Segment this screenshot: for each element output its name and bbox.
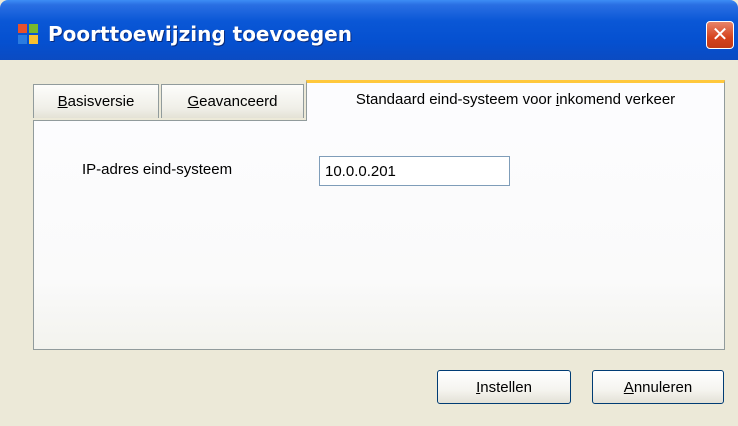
ip-address-input[interactable] bbox=[319, 156, 510, 186]
button-label: nnuleren bbox=[633, 378, 693, 396]
tab-label: asisversie bbox=[67, 93, 135, 110]
tab-label: Standaard eind-systeem voor bbox=[355, 91, 556, 108]
tab-panel bbox=[33, 120, 725, 350]
title-bar[interactable]: Poorttoewijzing toevoegen ✕ bbox=[0, 0, 738, 60]
tab-standaard-eind-systeem[interactable]: Standaard eind-systeem voor inkomend ver… bbox=[306, 80, 725, 121]
tab-label: eavanceerd bbox=[199, 93, 278, 110]
button-hotkey: A bbox=[623, 378, 634, 396]
close-button[interactable]: ✕ bbox=[706, 21, 734, 49]
instellen-button[interactable]: Instellen bbox=[437, 370, 571, 404]
tab-label: nkomend verkeer bbox=[559, 91, 676, 108]
close-icon: ✕ bbox=[711, 22, 729, 46]
ip-address-label: IP-adres eind-systeem bbox=[82, 161, 233, 178]
tab-geavanceerd[interactable]: Geavanceerd bbox=[161, 84, 304, 118]
tab-basisversie[interactable]: Basisversie bbox=[33, 84, 159, 118]
dialog-window: Poorttoewijzing toevoegen ✕ Basisversie … bbox=[0, 0, 738, 426]
annuleren-button[interactable]: Annuleren bbox=[592, 370, 724, 404]
tab-hotkey: G bbox=[187, 93, 200, 110]
windows-flag-icon bbox=[18, 24, 38, 44]
tab-hotkey: B bbox=[57, 93, 68, 110]
button-label: nstellen bbox=[480, 378, 532, 396]
window-title: Poorttoewijzing toevoegen bbox=[48, 22, 352, 46]
